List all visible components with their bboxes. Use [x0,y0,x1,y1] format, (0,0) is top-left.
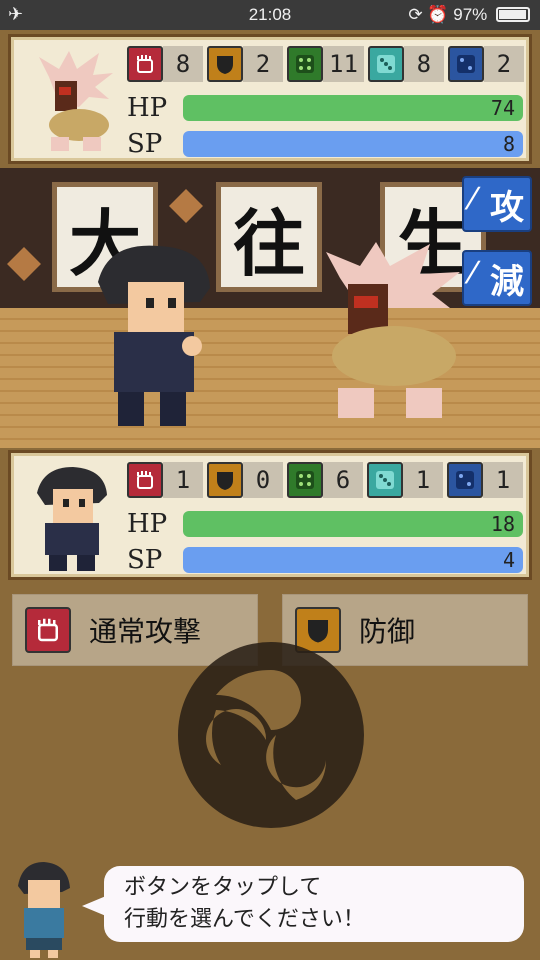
player-defense-stat: 0 [207,461,283,499]
player-blue-dice-value: 1 [483,462,523,498]
hint-speech-bubble: ボタンをタップして 行動を選んでください！ [82,866,524,942]
alarm-icon: ⏰ [427,5,449,24]
player-cyan-dice-stat: 1 [367,461,443,499]
green-dice-icon [287,462,323,498]
defend-label: 防御 [359,615,416,648]
wall-ornament-icon [7,247,41,281]
blue-dice-icon [447,46,484,82]
enemy-sp-bar: 8 [183,131,523,157]
shield-icon [207,46,243,82]
fist-icon [25,607,71,653]
enemy-sp-row: SP 8 [127,127,523,161]
player-defense-value: 0 [243,462,283,498]
enemy-sp-label: SP [127,129,163,159]
fist-icon [127,462,163,498]
enemy-green-dice-value: 11 [323,46,364,82]
player-attack-value: 1 [163,462,203,498]
battle-scene: 大 往 生 ⁄ 攻 ⁄ 減 [0,168,540,448]
slash-icon: ⁄ [470,182,476,217]
player-sp-label: SP [127,545,163,575]
enemy-sp-value: 8 [502,132,515,156]
player-fighter-sprite [98,245,210,426]
player-green-dice-value: 6 [323,462,363,498]
enemy-fighter-sprite [326,242,460,418]
player-stats: 1 0 6 1 1 [127,461,527,501]
hint-line-1: ボタンをタップして [124,875,322,900]
cyan-dice-icon [367,46,404,82]
battery-percent: 97% [453,5,488,24]
player-sp-value: 4 [502,548,515,572]
wall-ornament-icon [169,189,203,223]
enemy-defense-value: 2 [243,46,283,82]
enemy-hp-value: 74 [490,96,515,120]
enemy-hp-row: HP 74 [127,91,523,125]
battery-icon [496,7,530,22]
enemy-defense-stat: 2 [207,45,283,83]
enemy-status-panel: 8 2 11 8 2 HP 74 SP 8 [8,34,532,164]
wall-scroll-2: 往 [216,182,322,292]
skill-reduce-label: 減 [490,261,524,302]
player-sp-row: SP 4 [127,543,523,577]
player-hp-bar: 18 [183,511,523,537]
player-hp-label: HP [127,509,168,539]
enemy-hp-label: HP [127,93,168,123]
player-portrait [37,467,107,571]
enemy-green-dice-stat: 11 [287,45,364,83]
enemy-cyan-dice-stat: 8 [367,45,444,83]
guide-character-sprite [18,862,70,958]
player-hp-value: 18 [490,512,515,536]
player-blue-dice-stat: 1 [447,461,523,499]
skill-reduce-button[interactable]: ⁄ 減 [462,250,532,306]
enemy-portrait [39,51,113,151]
hint-line-2: 行動を選んでください！ [124,907,365,932]
tomoe-emblem-icon [178,642,364,828]
skill-attack-label: 攻 [490,187,524,228]
fist-icon [127,46,163,82]
player-green-dice-stat: 6 [287,461,363,499]
enemy-stats: 8 2 11 8 2 [127,45,528,85]
enemy-cyan-dice-value: 8 [403,46,444,82]
status-bar: ✈ 21:08 ⟳ ⏰ 97% [0,0,540,30]
enemy-hp-bar: 74 [183,95,523,121]
player-cyan-dice-value: 1 [403,462,443,498]
shield-icon [207,462,243,498]
status-right: ⟳ ⏰ 97% [408,5,530,25]
skill-attack-button[interactable]: ⁄ 攻 [462,176,532,232]
player-attack-stat: 1 [127,461,203,499]
cyan-dice-icon [367,462,403,498]
player-status-panel: 1 0 6 1 1 HP 18 SP 4 [8,450,532,580]
enemy-blue-dice-value: 2 [483,46,524,82]
player-hp-row: HP 18 [127,507,523,541]
enemy-blue-dice-stat: 2 [447,45,524,83]
blue-dice-icon [447,462,483,498]
enemy-attack-value: 8 [163,46,203,82]
enemy-attack-stat: 8 [127,45,203,83]
green-dice-icon [287,46,323,82]
player-sp-bar: 4 [183,547,523,573]
rotation-lock-icon: ⟳ [408,5,423,24]
slash-icon: ⁄ [470,256,476,291]
